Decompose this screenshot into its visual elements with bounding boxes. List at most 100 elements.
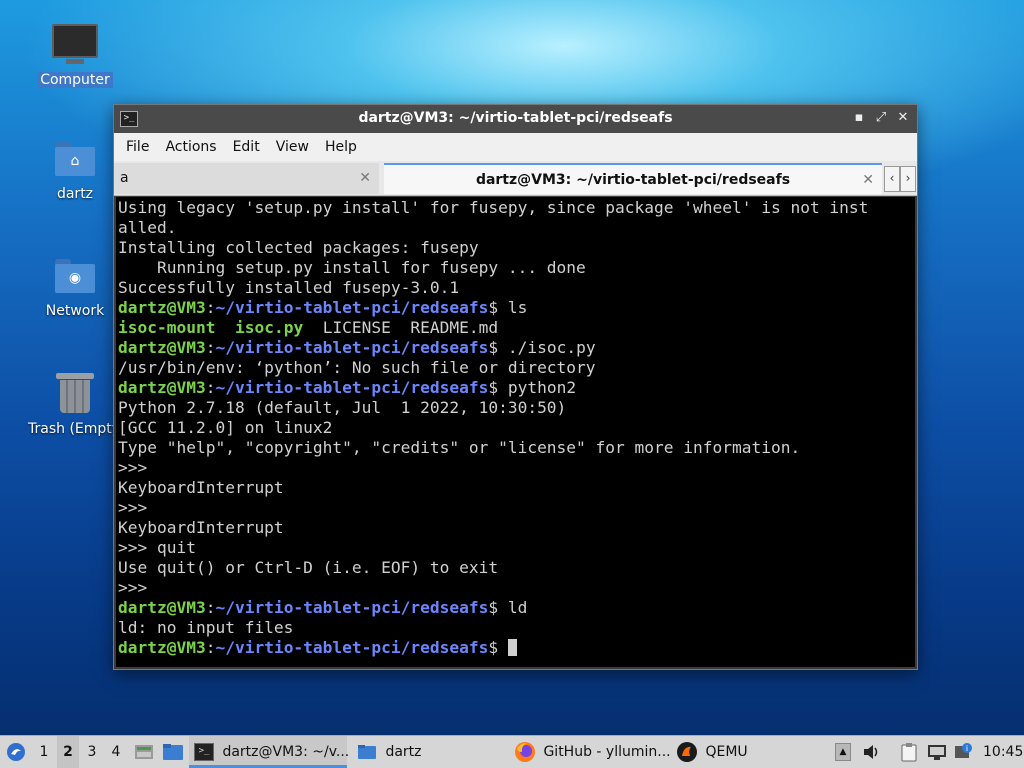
terminal-icon: >_ [194, 743, 214, 761]
network-folder-icon: ◉ [55, 259, 95, 293]
desktop-icon-network[interactable]: ◉ Network [25, 259, 125, 319]
updates-tray[interactable]: i [953, 736, 973, 768]
menubar: File Actions Edit View Help [114, 133, 917, 161]
terminal-text: Python 2.7.18 (default, Jul 1 2022, 10:3… [118, 398, 567, 417]
terminal-text: $ python2 [488, 378, 577, 397]
tab-scroll-left-icon[interactable]: ‹ [884, 166, 900, 192]
terminal-text: : [205, 598, 216, 617]
tab-a[interactable]: a ✕ [114, 163, 379, 194]
tab-scroll-right-icon[interactable]: › [900, 166, 916, 192]
clipboard-icon [901, 743, 917, 762]
prompt-user: dartz@VM3 [118, 338, 206, 357]
window-title: dartz@VM3: ~/virtio-tablet-pci/redseafs [358, 110, 673, 126]
computer-icon [52, 24, 98, 64]
volume-control[interactable] [862, 736, 882, 768]
terminal-text: Running setup.py install for fusepy ... … [118, 258, 586, 277]
desktop-icon-computer[interactable]: Computer [25, 24, 125, 88]
prompt-user: dartz@VM3 [118, 638, 206, 657]
tab-close-icon[interactable]: ✕ [359, 163, 371, 194]
maximize-icon[interactable]: ⤢ [873, 110, 889, 125]
prompt-user: isoc.py [234, 318, 304, 337]
terminal-text: : [205, 338, 216, 357]
close-icon[interactable]: ✕ [895, 110, 911, 125]
tray-scroll-button[interactable]: ▲ [835, 736, 851, 768]
terminal-line: KeyboardInterrupt [118, 478, 915, 498]
tab-label: dartz@VM3: ~/virtio-tablet-pci/redseafs [475, 172, 791, 188]
terminal-line: >>> [118, 498, 915, 518]
network-tray[interactable] [927, 736, 947, 768]
menu-help[interactable]: Help [317, 139, 365, 155]
tab-bar: a ✕ dartz@VM3: ~/virtio-tablet-pci/redse… [114, 161, 917, 196]
task-label: dartz [385, 744, 422, 760]
terminal-text: Using legacy 'setup.py install' for fuse… [118, 198, 869, 217]
show-desktop-button[interactable] [134, 736, 154, 768]
terminal-line: >>> quit [118, 538, 915, 558]
terminal-line: [GCC 11.2.0] on linux2 [118, 418, 915, 438]
app-menu-button[interactable] [6, 736, 26, 768]
window-titlebar[interactable]: >_ dartz@VM3: ~/virtio-tablet-pci/redsea… [114, 105, 917, 133]
terminal-line: KeyboardInterrupt [118, 518, 915, 538]
terminal-line: dartz@VM3:~/virtio-tablet-pci/redseafs$ … [118, 298, 915, 318]
terminal-text: $ ls [488, 298, 528, 317]
terminal-line: Using legacy 'setup.py install' for fuse… [118, 198, 915, 218]
terminal-line: Python 2.7.18 (default, Jul 1 2022, 10:3… [118, 398, 915, 418]
desktop-stack-icon [135, 745, 153, 759]
desktop-icon-trash[interactable]: Trash (Empty) [25, 373, 126, 437]
folder-icon [358, 745, 376, 759]
workspace-2[interactable]: 2 [57, 736, 79, 768]
desktop-icon-label: Computer [37, 72, 113, 88]
task-dartz[interactable]: dartz [355, 736, 505, 768]
workspace-4[interactable]: 4 [105, 736, 127, 768]
terminal-text: $ [488, 638, 508, 657]
menu-actions[interactable]: Actions [157, 139, 224, 155]
prompt-user: dartz@VM3 [118, 598, 206, 617]
tab-label: a [120, 170, 129, 186]
prompt-path: ~/virtio-tablet-pci/redseafs [215, 638, 489, 657]
tab-close-icon[interactable]: ✕ [862, 165, 874, 196]
terminal-text: Installing collected packages: fusepy [118, 238, 479, 257]
terminal-text: >>> [118, 578, 148, 597]
task-terminal[interactable]: >_ dartz@VM3: ~/v... [189, 736, 350, 768]
task-firefox[interactable]: GitHub - yllumin... [514, 736, 671, 768]
workspace-3[interactable]: 3 [81, 736, 103, 768]
qemu-icon [677, 742, 697, 762]
terminal-line: isoc-mount isoc.py LICENSE README.md [118, 318, 915, 338]
folder-icon [163, 744, 183, 760]
desktop-icon-label: Network [45, 303, 105, 319]
terminal-text: /usr/bin/env: ‘python’: No such file or … [118, 358, 596, 377]
terminal-cursor [507, 639, 517, 656]
terminal-line: >>> [118, 578, 915, 598]
file-manager-launcher[interactable] [162, 736, 184, 768]
menu-file[interactable]: File [118, 139, 157, 155]
firefox-icon [515, 742, 535, 762]
task-label: QEMU [705, 744, 748, 760]
home-folder-icon: ⌂ [55, 142, 95, 176]
terminal-line: dartz@VM3:~/virtio-tablet-pci/redseafs$ … [118, 338, 915, 358]
update-notifier-icon: i [955, 743, 972, 758]
clock[interactable]: 10:45 [983, 736, 1023, 768]
terminal-text: >>> quit [118, 538, 196, 557]
svg-text:i: i [966, 744, 968, 753]
terminal-output[interactable]: Using legacy 'setup.py install' for fuse… [116, 197, 915, 667]
terminal-text: >>> [118, 458, 148, 477]
task-qemu[interactable]: QEMU [676, 736, 796, 768]
menu-edit[interactable]: Edit [225, 139, 268, 155]
menu-view[interactable]: View [268, 139, 317, 155]
taskbar: 1 2 3 4 >_ dartz@VM3: ~/v... dartz GitHu… [0, 735, 1024, 768]
clipboard-tray[interactable] [900, 736, 918, 768]
terminal-line: /usr/bin/env: ‘python’: No such file or … [118, 358, 915, 378]
tab-redseafs[interactable]: dartz@VM3: ~/virtio-tablet-pci/redseafs … [384, 163, 882, 194]
workspace-1[interactable]: 1 [33, 736, 55, 768]
desktop-icon-home[interactable]: ⌂ dartz [25, 142, 125, 202]
terminal-text: : [205, 378, 216, 397]
desktop-icon-label: dartz [56, 186, 94, 202]
task-label: dartz@VM3: ~/v... [222, 744, 350, 760]
lubuntu-logo-icon [7, 743, 25, 761]
terminal-line: Installing collected packages: fusepy [118, 238, 915, 258]
volume-icon [864, 745, 878, 759]
terminal-window[interactable]: >_ dartz@VM3: ~/virtio-tablet-pci/redsea… [113, 104, 918, 670]
terminal-line: Type "help", "copyright", "credits" or "… [118, 438, 915, 458]
minimize-icon[interactable]: ▪ [851, 110, 867, 125]
terminal-line: dartz@VM3:~/virtio-tablet-pci/redseafs$ … [118, 378, 915, 398]
prompt-path: ~/virtio-tablet-pci/redseafs [215, 298, 489, 317]
